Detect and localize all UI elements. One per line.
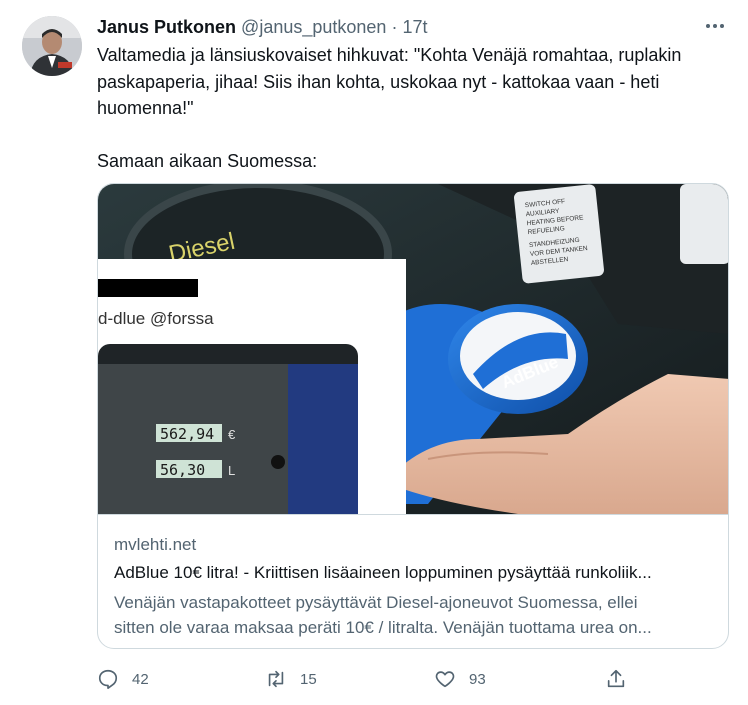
retweet-icon: [268, 670, 284, 688]
card-meta[interactable]: mvlehti.net AdBlue 10€ litra! - Kriittis…: [98, 514, 728, 648]
volume-unit: L: [228, 463, 235, 478]
tweet-paragraph-2: Samaan aikaan Suomessa:: [97, 150, 318, 171]
card-image[interactable]: Diesel SWITCH OFF AUXILIARY HEATING BEFO…: [98, 184, 728, 514]
heart-icon: [435, 671, 455, 688]
card-title: AdBlue 10€ litra! - Kriittisen lisäainee…: [114, 563, 652, 582]
tweet-text: Valtamedia ja länsiuskovaiset hihkuvat: …: [97, 42, 727, 174]
separator: ·: [391, 17, 398, 37]
share-icon: [607, 669, 625, 688]
retweet-count: 15: [300, 670, 317, 688]
reply-icon: [98, 669, 118, 689]
tweet[interactable]: Janus Putkonen @janus_putkonen · 17t Val…: [0, 0, 748, 705]
card-description-line-1: Venäjän vastapakotteet pysäyttävät Diese…: [114, 593, 638, 612]
volume-display: 56,30: [160, 461, 205, 479]
link-card[interactable]: Diesel SWITCH OFF AUXILIARY HEATING BEFO…: [97, 183, 729, 649]
tweet-header: Janus Putkonen @janus_putkonen · 17t: [97, 14, 728, 40]
price-display: 562,94: [160, 425, 214, 443]
timestamp[interactable]: 17t: [402, 17, 427, 37]
card-description: Venäjän vastapakotteet pysäyttävät Diese…: [114, 590, 718, 640]
card-domain: mvlehti.net: [114, 535, 197, 554]
reply-button[interactable]: 42: [97, 664, 149, 694]
avatar[interactable]: [22, 16, 82, 76]
price-unit: €: [228, 427, 236, 442]
more-options-button[interactable]: [704, 16, 726, 36]
reply-count: 42: [132, 670, 149, 688]
inset-handle: d-dlue @forssa: [98, 309, 214, 328]
avatar-image: [22, 16, 82, 76]
author-name[interactable]: Janus Putkonen: [97, 17, 236, 37]
retweet-button[interactable]: 15: [265, 664, 317, 694]
card-description-line-2: sitten ole varaa maksaa peräti 10€ / lit…: [114, 618, 652, 637]
tweet-paragraph-1: Valtamedia ja länsiuskovaiset hihkuvat: …: [97, 45, 682, 118]
more-icon: [706, 24, 724, 28]
author-handle[interactable]: @janus_putkonen: [241, 17, 386, 37]
like-count: 93: [469, 670, 486, 688]
share-button[interactable]: [605, 664, 627, 694]
like-button[interactable]: 93: [434, 664, 486, 694]
action-bar: 42 15 93: [97, 664, 737, 694]
